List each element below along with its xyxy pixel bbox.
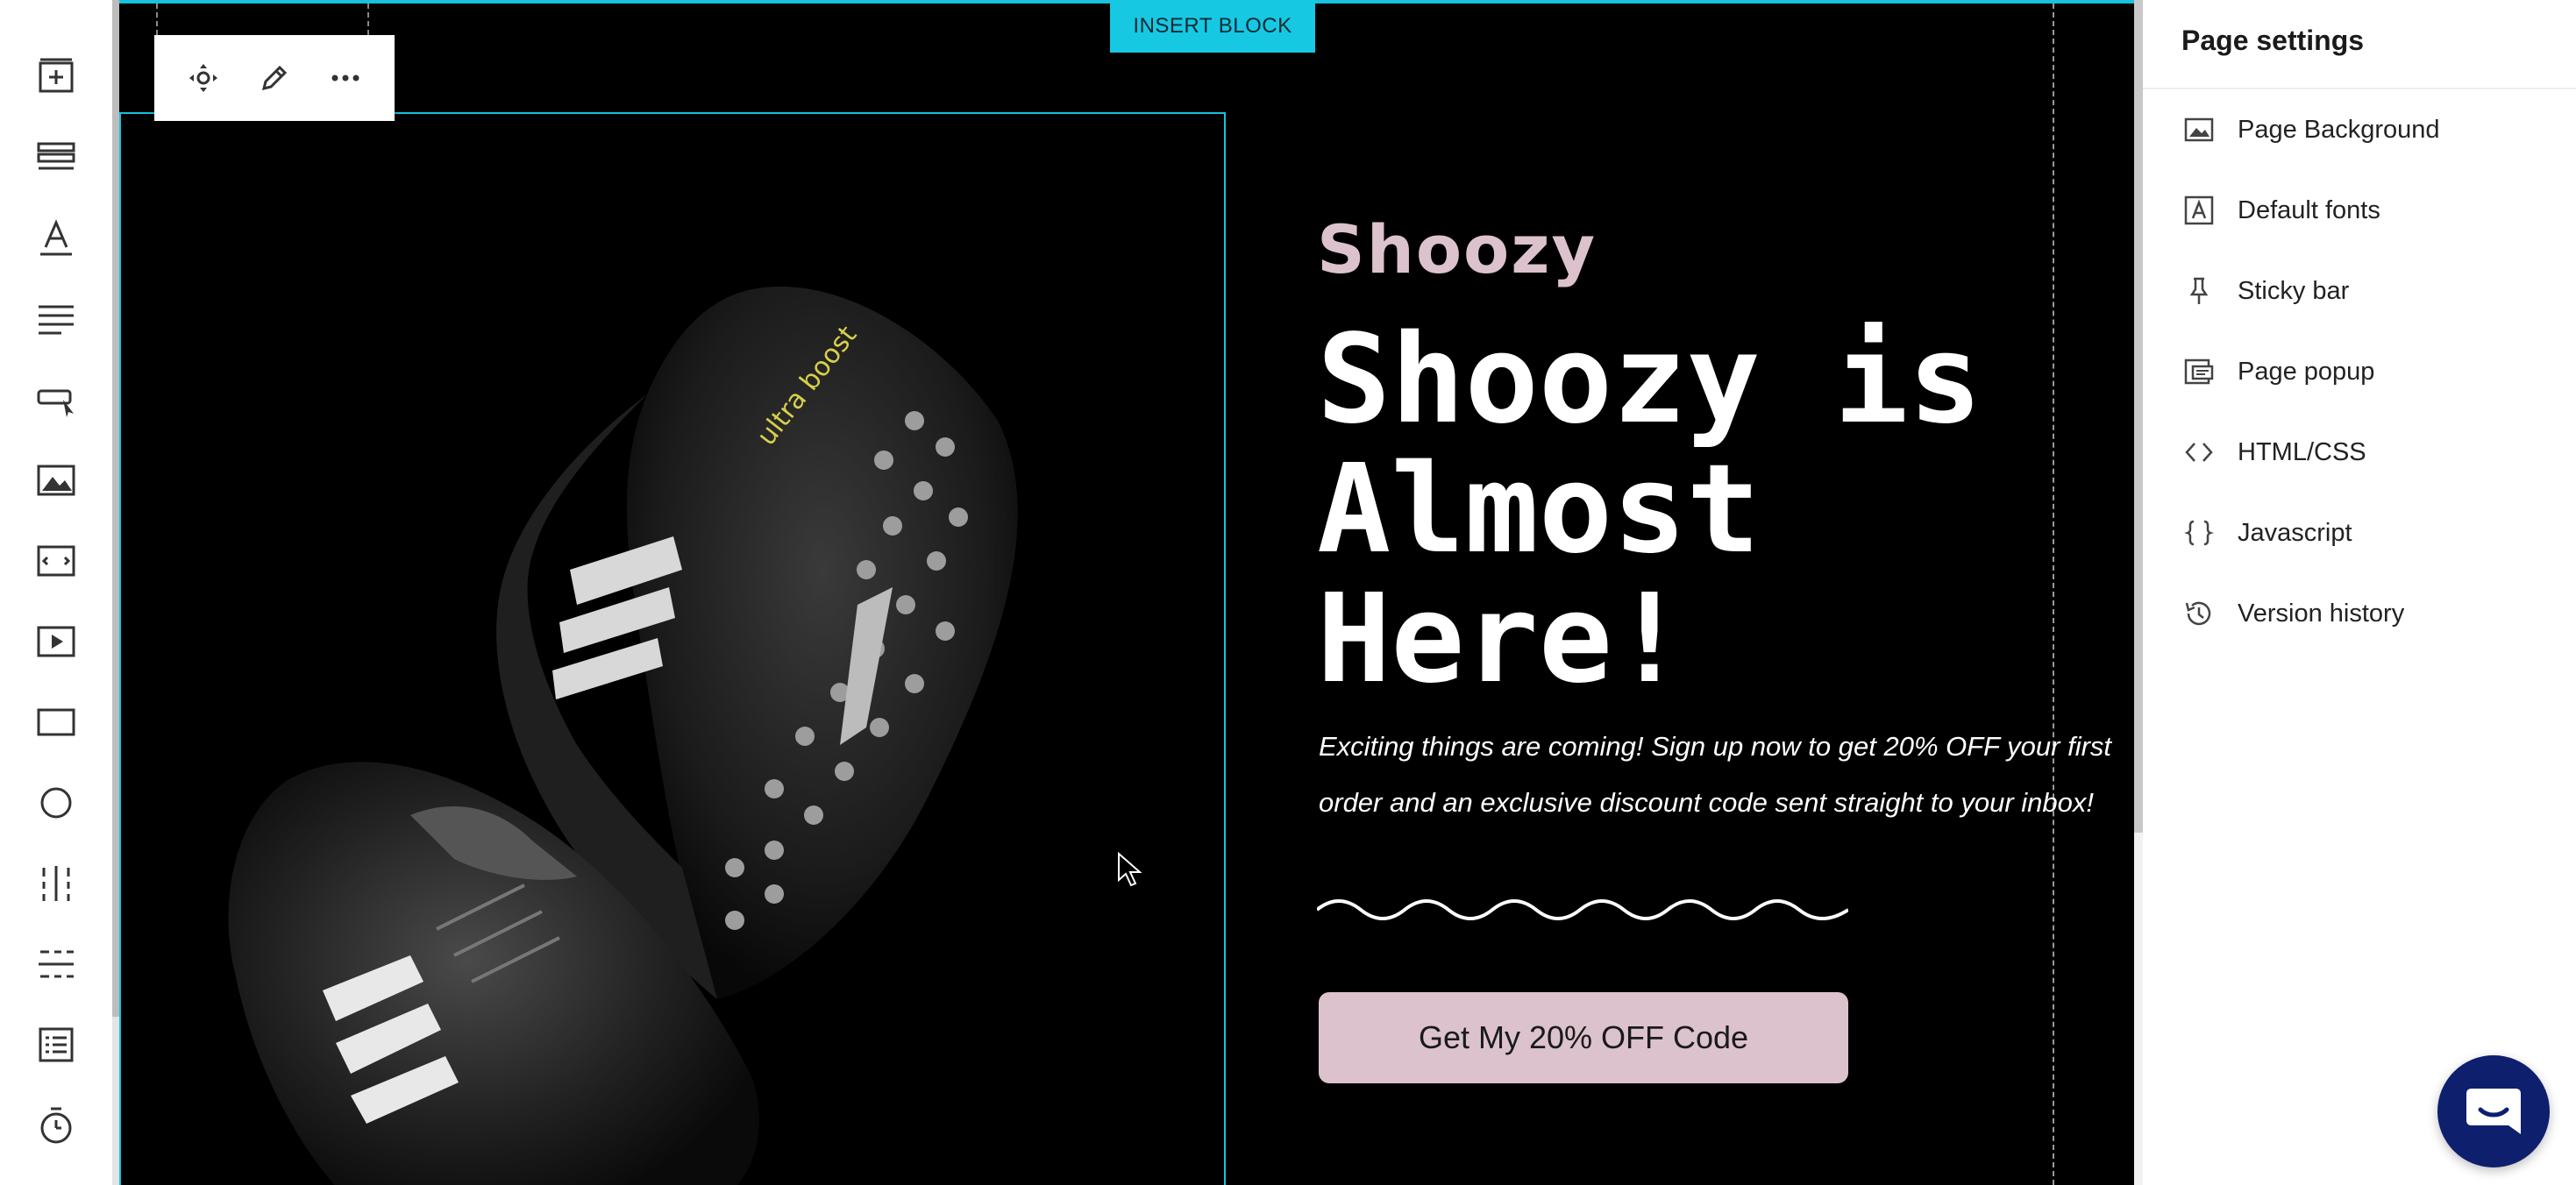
panel-item-label: Page popup	[2238, 357, 2375, 386]
layout-guide	[156, 4, 158, 35]
page-headline[interactable]: Shoozy is Almost Here!	[1317, 316, 2071, 705]
circle-tool[interactable]	[32, 778, 81, 827]
page-canvas[interactable]: ultra boost INSERT BLOCK Shoozy Shoozy i…	[119, 0, 2134, 1185]
image-icon	[2181, 112, 2217, 147]
version-history-item[interactable]: Version history	[2181, 582, 2558, 645]
toolbar-scrollbar-thumb[interactable]	[112, 0, 119, 1017]
javascript-item[interactable]: Javascript	[2181, 501, 2558, 564]
element-toolbar	[0, 0, 112, 1185]
font-icon	[2181, 193, 2217, 228]
mouse-cursor-icon	[1118, 852, 1142, 887]
horizontal-divider-tool[interactable]	[32, 940, 81, 989]
video-icon	[37, 626, 75, 657]
text-icon	[40, 219, 72, 256]
chat-support-button[interactable]	[2437, 1055, 2550, 1167]
get-code-button[interactable]: Get My 20% OFF Code	[1319, 992, 1848, 1083]
block-toolbar	[154, 35, 395, 121]
page-subtext[interactable]: Exciting things are coming! Sign up now …	[1319, 719, 2134, 831]
vertical-divider-icon	[42, 866, 70, 901]
panel-item-label: HTML/CSS	[2238, 437, 2366, 466]
history-icon	[2181, 596, 2217, 631]
wavy-divider[interactable]	[1317, 892, 1848, 927]
form-icon	[39, 1027, 74, 1062]
sticky-bar-item[interactable]: Sticky bar	[2181, 259, 2558, 323]
video-tool[interactable]	[32, 617, 81, 666]
paragraph-icon	[39, 305, 74, 335]
panel-item-label: Default fonts	[2238, 195, 2380, 224]
brand-logo-text[interactable]: Shoozy	[1317, 210, 1597, 288]
circle-icon	[40, 787, 72, 819]
add-section-tool[interactable]	[32, 53, 81, 102]
panel-item-label: Sticky bar	[2238, 276, 2350, 305]
rectangle-icon	[37, 708, 75, 736]
canvas-scrollbar-thumb[interactable]	[2134, 0, 2143, 833]
page-background-item[interactable]: Page Background	[2181, 98, 2558, 161]
timer-tool[interactable]	[32, 1101, 81, 1150]
move-block-button[interactable]	[175, 50, 231, 106]
text-tool[interactable]	[32, 214, 81, 263]
code-icon	[2181, 435, 2217, 470]
button-icon	[37, 389, 74, 417]
vertical-divider-tool[interactable]	[32, 859, 81, 908]
panel-title: Page settings	[2181, 25, 2365, 56]
image-icon	[37, 465, 75, 496]
popup-icon	[2181, 354, 2217, 389]
sneaker-photo: ultra boost	[228, 286, 1018, 1185]
layout-guide	[367, 4, 369, 35]
more-options-button[interactable]	[317, 50, 374, 106]
rectangle-tool[interactable]	[32, 698, 81, 747]
more-icon	[331, 75, 359, 82]
default-fonts-item[interactable]: Default fonts	[2181, 179, 2558, 242]
form-tool[interactable]	[32, 1020, 81, 1069]
paragraph-tool[interactable]	[32, 294, 81, 344]
braces-icon	[2181, 515, 2217, 550]
embed-icon	[37, 545, 75, 577]
html-css-item[interactable]: HTML/CSS	[2181, 421, 2558, 484]
button-tool[interactable]	[32, 375, 81, 424]
rows-tool[interactable]	[32, 133, 81, 182]
rows-icon	[37, 142, 75, 170]
add-section-icon	[39, 58, 74, 93]
panel-item-label: Page Background	[2238, 115, 2440, 144]
panel-item-label: Version history	[2238, 599, 2405, 628]
timer-icon	[40, 1107, 72, 1144]
move-icon	[189, 64, 218, 92]
edit-icon	[261, 65, 288, 91]
pin-icon	[2181, 273, 2217, 309]
shoe-image-block[interactable]: ultra boost	[119, 112, 1226, 1185]
page-popup-item[interactable]: Page popup	[2181, 340, 2558, 403]
embed-tool[interactable]	[32, 536, 81, 585]
insert-block-button[interactable]: INSERT BLOCK	[1110, 0, 1315, 53]
panel-divider	[2143, 88, 2576, 89]
edit-block-button[interactable]	[246, 50, 302, 106]
page-settings-panel: Page settings Page Background Default fo…	[2143, 0, 2576, 1185]
chat-icon	[2466, 1089, 2521, 1134]
horizontal-divider-icon	[39, 950, 74, 978]
image-tool[interactable]	[32, 456, 81, 505]
panel-item-label: Javascript	[2238, 518, 2352, 547]
